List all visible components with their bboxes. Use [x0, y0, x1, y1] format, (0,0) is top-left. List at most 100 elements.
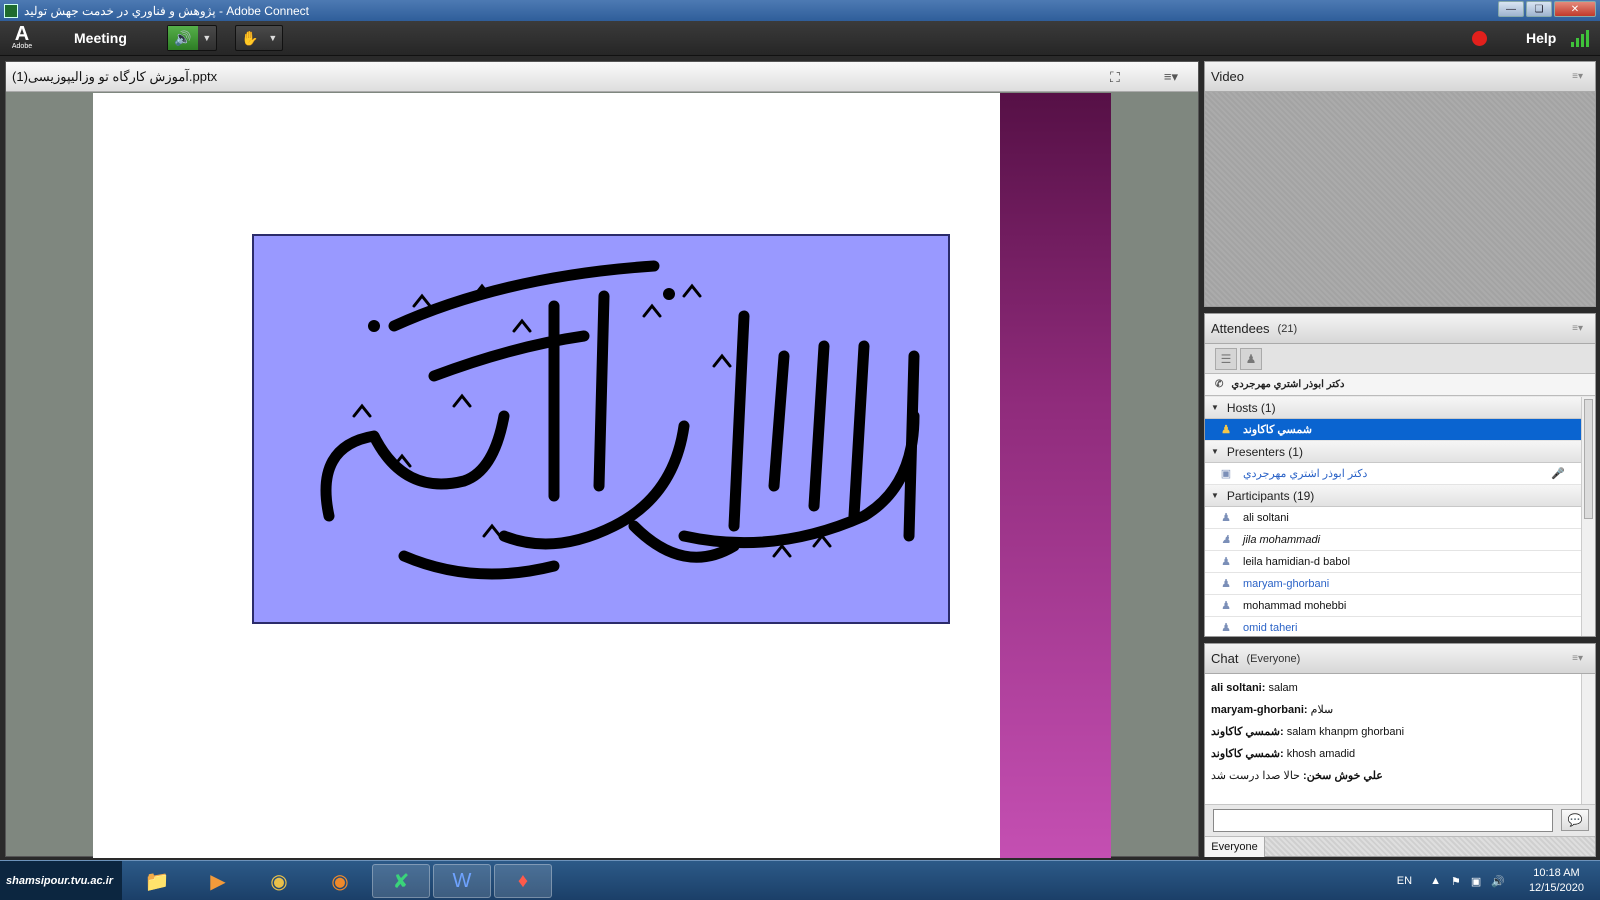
role-view-icon[interactable]: ♟ [1240, 347, 1262, 370]
share-pod-header: آموزش کارگاه تو وزالیپوزیسی(1).pptx [6, 62, 1198, 92]
clock[interactable]: 10:18 AM 12/15/2020 [1529, 866, 1584, 896]
phone-icon: ✆ [1215, 379, 1224, 390]
scrollbar-thumb[interactable] [1584, 399, 1593, 519]
connection-signal-icon [1571, 27, 1589, 47]
fullscreen-icon[interactable]: ⛶ [1110, 69, 1126, 85]
user-icon: ♟ [1221, 600, 1231, 612]
chat-messages: ali soltani: salam maryam-ghorbani: سلام… [1205, 674, 1581, 804]
recipient-tab-everyone[interactable]: Everyone [1205, 837, 1265, 857]
adobe-connect-icon[interactable]: ✘ [372, 864, 430, 898]
calligraphy-drawing [320, 260, 920, 580]
group-presenters[interactable]: ▼ Presenters (1) [1205, 441, 1581, 463]
chevron-down-icon[interactable]: ▼ [198, 33, 216, 43]
list-item[interactable]: ♟ omid taheri [1205, 617, 1581, 636]
chat-sender: شمسي كاكاوند: [1211, 726, 1284, 738]
list-view-icon[interactable]: ☰ [1215, 347, 1237, 370]
meeting-menu[interactable]: Meeting [74, 30, 127, 46]
chrome-icon[interactable]: ◉ [250, 864, 308, 898]
video-area [1205, 92, 1595, 306]
maximize-icon[interactable]: ❏ [1526, 1, 1552, 17]
group-participants[interactable]: ▼ Participants (19) [1205, 485, 1581, 507]
attendee-name: ali soltani [1243, 511, 1289, 524]
share-file-name: آموزش کارگاه تو وزالیپوزیسی(1).pptx [12, 68, 218, 84]
user-icon: ♟ [1221, 556, 1231, 568]
record-indicator-icon[interactable] [1472, 31, 1487, 46]
group-hosts[interactable]: ▼ Hosts (1) [1205, 397, 1581, 419]
caller-name: دكتر ابوذر اشتري مهرجردي [1231, 379, 1345, 390]
firefox-icon[interactable]: ◉ [311, 864, 369, 898]
media-player-icon[interactable]: ▶ [189, 864, 247, 898]
help-menu[interactable]: Help [1526, 30, 1556, 46]
screen: { "window": { "title": "پژوهش و فناوري د… [0, 0, 1600, 900]
word-icon[interactable]: W [433, 864, 491, 898]
chat-sender: شمسي كاكاوند: [1211, 748, 1284, 760]
clock-date: 12/15/2020 [1528, 882, 1584, 894]
collapse-icon[interactable]: ▼ [1211, 403, 1219, 412]
acrobat-icon[interactable]: ♦ [494, 864, 552, 898]
chevron-down-icon[interactable]: ▼ [264, 33, 282, 43]
video-pod: Video ≡▾ [1204, 61, 1596, 307]
file-explorer-icon[interactable]: 📁 [128, 864, 186, 898]
attendee-name: omid taheri [1243, 621, 1298, 634]
action-center-icon[interactable]: ⚑ [1451, 875, 1461, 888]
volume-icon[interactable]: 🔊 [1491, 875, 1505, 888]
chat-sender: ali soltani: [1211, 682, 1266, 694]
group-label: Hosts (1) [1226, 400, 1276, 415]
attendee-name: شمسي كاكاوند [1243, 424, 1312, 436]
network-icon[interactable]: ▣ [1471, 875, 1481, 888]
minimize-icon[interactable]: — [1498, 1, 1524, 17]
adobe-connect-app-icon [4, 3, 18, 18]
show-hidden-icons-icon[interactable]: ▲ [1430, 875, 1441, 887]
microphone-icon: 🎤 [1551, 468, 1565, 480]
system-tray: EN ▲ ⚑ ▣ 🔊 10:18 AM 12/15/2020 [1397, 861, 1600, 900]
speaker-icon: 🔊 [167, 26, 198, 50]
close-icon[interactable]: ✕ [1554, 1, 1596, 17]
group-label: Participants (19) [1226, 488, 1315, 503]
chat-input[interactable] [1213, 809, 1553, 832]
group-label: Presenters (1) [1226, 444, 1303, 459]
chat-scope: (Everyone) [1246, 652, 1301, 665]
pod-menu-icon[interactable]: ≡▾ [1164, 69, 1178, 85]
start-button[interactable]: shamsipour.tvu.ac.ir [0, 861, 122, 900]
chat-message: شمسي كاكاوند: khosh amadid [1211, 746, 1575, 768]
pod-menu-icon[interactable]: ≡▾ [1572, 323, 1583, 334]
speaker-button[interactable]: 🔊 ▼ [166, 25, 217, 51]
list-item[interactable]: ♟ شمسي كاكاوند [1205, 419, 1581, 441]
user-icon: ♟ [1221, 512, 1231, 524]
language-indicator[interactable]: EN [1397, 875, 1412, 887]
attendee-name: leila hamidian-d babol [1243, 555, 1351, 568]
list-item[interactable]: ▣ دكتر ابوذر اشتري مهرجردي 🎤 [1205, 463, 1581, 485]
slide-decorative-band [1000, 93, 1111, 858]
user-icon: ♟ [1221, 578, 1231, 590]
chat-pod-header: Chat (Everyone) ≡▾ [1205, 644, 1595, 674]
list-item[interactable]: ♟ mohammad mohebbi [1205, 595, 1581, 617]
video-pod-header: Video ≡▾ [1205, 62, 1595, 92]
chat-compose-bar: 💬 [1205, 804, 1595, 836]
attendees-pod: Attendees (21) ≡▾ ☰ ♟ ✆ دكتر ابوذر اشتري… [1204, 313, 1596, 637]
chat-message: شمسي كاكاوند: salam khanpm ghorbani [1211, 724, 1575, 746]
collapse-icon[interactable]: ▼ [1211, 491, 1219, 500]
list-item[interactable]: ♟ ali soltani [1205, 507, 1581, 529]
attendees-title: Attendees [1211, 321, 1270, 336]
list-item[interactable]: ♟ jila mohammadi [1205, 529, 1581, 551]
attendees-view-toolbar: ☰ ♟ [1205, 344, 1595, 374]
attendees-pod-header: Attendees (21) ≡▾ [1205, 314, 1595, 344]
audio-caller-row[interactable]: ✆ دكتر ابوذر اشتري مهرجردي [1205, 374, 1595, 396]
attendee-list: ▼ Hosts (1) ♟ شمسي كاكاوند ▼ Presenters … [1205, 397, 1581, 636]
chat-footer: Everyone [1205, 836, 1595, 857]
start-label: shamsipour.tvu.ac.ir [6, 875, 113, 887]
list-item[interactable]: ♟ maryam-ghorbani [1205, 573, 1581, 595]
attendee-scrollbar[interactable] [1581, 397, 1595, 636]
clock-time: 10:18 AM [1533, 867, 1580, 879]
presenter-status-button[interactable]: ✋ ▼ [234, 25, 283, 51]
adobe-logo: A Adobe [0, 21, 44, 56]
chat-scrollbar[interactable] [1581, 674, 1595, 804]
user-icon: ♟ [1221, 622, 1231, 634]
chat-text: salam khanpm ghorbani [1286, 726, 1405, 738]
list-item[interactable]: ♟ leila hamidian-d babol [1205, 551, 1581, 573]
pod-menu-icon[interactable]: ≡▾ [1572, 653, 1583, 664]
attendee-name: دكتر ابوذر اشتري مهرجردي [1243, 468, 1368, 480]
collapse-icon[interactable]: ▼ [1211, 447, 1219, 456]
send-bubble-icon[interactable]: 💬 [1561, 809, 1589, 831]
pod-menu-icon[interactable]: ≡▾ [1572, 71, 1583, 82]
